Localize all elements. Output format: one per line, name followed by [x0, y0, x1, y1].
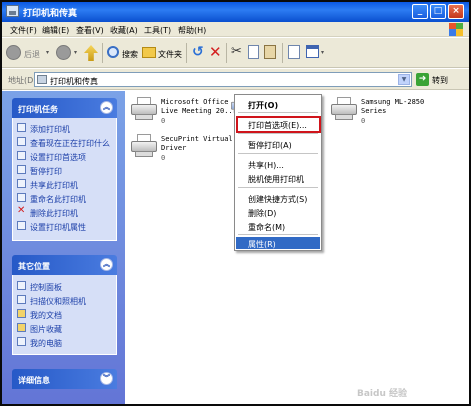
- menu-edit[interactable]: 编辑(E): [42, 25, 69, 36]
- menu-separator: [238, 234, 318, 235]
- up-folder-icon[interactable]: [84, 45, 98, 61]
- printer-doc-count: 0: [161, 117, 166, 125]
- views-icon[interactable]: [306, 45, 319, 58]
- computer-icon: [17, 337, 26, 346]
- menu-separator: [238, 133, 318, 134]
- add-printer-icon: [17, 123, 26, 132]
- window-title: 打印机和传真: [23, 9, 78, 19]
- collapse-chevron-icon[interactable]: ︽: [100, 101, 113, 114]
- share-icon: [17, 179, 26, 188]
- views-dropdown-icon[interactable]: ▾: [321, 49, 324, 56]
- documents-folder-icon: [17, 309, 26, 318]
- go-arrow-icon[interactable]: ➜: [416, 73, 429, 86]
- address-bar: 地址(D) 打印机和传真 ▼ ➜ 转到: [2, 69, 469, 90]
- address-label: 地址(D): [8, 76, 37, 85]
- explorer-window: 打印机和传真 _ □ × 文件(F) 编辑(E) 查看(V) 收藏(A) 工具(…: [0, 0, 471, 406]
- task-pane: 打印机任务 ︽ 添加打印机 查看现在正在打印什么 设置打印首选项 暂停打印 共享…: [2, 91, 125, 404]
- printer-name: SecuPrint Virtual Driver: [161, 135, 233, 152]
- address-value: 打印机和传真: [50, 77, 98, 86]
- printer-item-live-meeting[interactable]: Microsoft Office Live Meeting 20... 0: [131, 97, 243, 129]
- menu-item-properties[interactable]: 属性(R): [236, 237, 320, 249]
- details-title: 详细信息: [18, 376, 50, 385]
- go-button-label[interactable]: 转到: [432, 75, 448, 86]
- properties-icon: [17, 221, 26, 230]
- address-input[interactable]: 打印机和传真 ▼: [34, 72, 412, 87]
- printer-folder-icon: [37, 75, 47, 84]
- printer-icon: [131, 134, 157, 158]
- printer-tasks-list: 添加打印机 查看现在正在打印什么 设置打印首选项 暂停打印 共享此打印机 重命名…: [12, 118, 117, 241]
- menu-bar: 文件(F) 编辑(E) 查看(V) 收藏(A) 工具(T) 帮助(H): [2, 22, 469, 37]
- watermark: Baidu 经验: [357, 389, 408, 399]
- rename-icon: [17, 193, 26, 202]
- menu-view[interactable]: 查看(V): [76, 25, 104, 36]
- printer-doc-count: 0: [161, 154, 166, 162]
- printer-name: Microsoft Office Live Meeting 20...: [161, 98, 237, 115]
- other-places-title: 其它位置: [18, 262, 50, 271]
- back-dropdown-icon[interactable]: ▾: [46, 49, 49, 56]
- control-panel-icon: [17, 281, 26, 290]
- menu-item-rename[interactable]: 重命名(M): [236, 220, 320, 232]
- menu-item-open[interactable]: 打开(O): [236, 98, 320, 110]
- printer-tasks-title: 打印机任务: [18, 105, 58, 114]
- other-places-header[interactable]: 其它位置 ︽: [12, 255, 117, 275]
- toolbar-separator: [102, 43, 103, 63]
- menu-item-sharing[interactable]: 共享(H)...: [236, 158, 320, 170]
- back-arrow-icon[interactable]: [6, 45, 21, 60]
- search-button-label[interactable]: 搜索: [122, 49, 138, 60]
- folders-button-label[interactable]: 文件夹: [158, 49, 182, 60]
- toolbar-separator: [282, 43, 283, 63]
- menu-favorites[interactable]: 收藏(A): [110, 25, 138, 36]
- cut-icon[interactable]: ✂: [231, 44, 242, 59]
- other-places-list: 控制面板 扫描仪和照相机 我的文档 图片收藏 我的电脑: [12, 275, 117, 355]
- printer-doc-count: 0: [361, 117, 366, 125]
- minimize-button[interactable]: _: [412, 4, 428, 19]
- details-header[interactable]: 详细信息 ︾: [12, 369, 117, 389]
- title-bar: 打印机和传真 _ □ ×: [2, 2, 469, 22]
- menu-separator: [238, 112, 318, 113]
- windows-logo-icon: [449, 23, 463, 36]
- paste-icon[interactable]: [264, 45, 276, 59]
- printer-folder-icon: [6, 5, 19, 17]
- highlight-box: [236, 116, 321, 133]
- search-icon[interactable]: [107, 46, 119, 58]
- collapse-chevron-icon[interactable]: ︽: [100, 258, 113, 271]
- scanner-icon: [17, 295, 26, 304]
- toolbar-separator: [226, 43, 227, 63]
- menu-item-pause-printing[interactable]: 暂停打印(A): [236, 138, 320, 150]
- toolbar-separator: [186, 43, 187, 63]
- printer-tasks-header[interactable]: 打印机任务 ︽: [12, 98, 117, 118]
- printer-name: Samsung ML-2850 Series: [361, 98, 425, 115]
- close-button[interactable]: ×: [448, 4, 464, 19]
- delete-x-icon: ✕: [17, 205, 26, 216]
- menu-tools[interactable]: 工具(T): [144, 25, 171, 36]
- menu-item-use-offline[interactable]: 脱机使用打印机: [236, 172, 320, 184]
- preferences-icon: [17, 151, 26, 160]
- address-dropdown-button[interactable]: ▼: [398, 74, 410, 85]
- printer-icon: [131, 97, 157, 121]
- menu-file[interactable]: 文件(F): [10, 25, 37, 36]
- maximize-button[interactable]: □: [430, 4, 446, 19]
- forward-dropdown-icon[interactable]: ▾: [74, 49, 77, 56]
- menu-separator: [238, 187, 318, 188]
- properties-icon[interactable]: [288, 45, 300, 59]
- toolbar: 后退 ▾ ▾ 搜索 文件夹 ↺ ✕ ✂ ▾: [2, 38, 469, 68]
- printer-icon: [331, 97, 357, 121]
- pictures-folder-icon: [17, 323, 26, 332]
- forward-arrow-icon[interactable]: [56, 45, 71, 60]
- folders-icon[interactable]: [142, 47, 156, 58]
- menu-item-delete[interactable]: 删除(D): [236, 206, 320, 218]
- back-button-label[interactable]: 后退: [24, 49, 40, 60]
- print-queue-icon: [17, 137, 26, 146]
- menu-help[interactable]: 帮助(H): [178, 25, 206, 36]
- expand-chevron-icon[interactable]: ︾: [100, 372, 113, 385]
- delete-icon[interactable]: ✕: [209, 43, 222, 61]
- printer-item-secuprint[interactable]: SecuPrint Virtual Driver 0: [131, 134, 243, 166]
- undo-icon[interactable]: ↺: [192, 44, 204, 60]
- pause-icon: [17, 165, 26, 174]
- menu-item-create-shortcut[interactable]: 创建快捷方式(S): [236, 192, 320, 204]
- copy-icon[interactable]: [248, 45, 259, 59]
- menu-separator: [238, 153, 318, 154]
- printer-item-samsung[interactable]: Samsung ML-2850 Series 0: [331, 97, 441, 129]
